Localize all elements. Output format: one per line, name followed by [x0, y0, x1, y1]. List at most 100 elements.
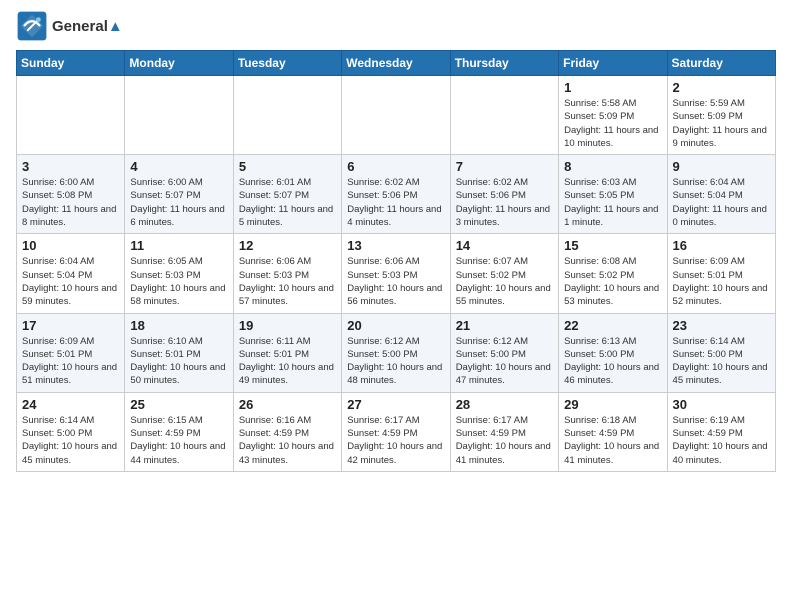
calendar-cell: 2 Sunrise: 5:59 AM Sunset: 5:09 PM Daylig… — [667, 76, 775, 155]
day-number: 13 — [347, 238, 444, 253]
day-number: 15 — [564, 238, 661, 253]
calendar-cell — [342, 76, 450, 155]
day-info: Sunrise: 6:09 AM Sunset: 5:01 PM Dayligh… — [673, 255, 770, 308]
day-number: 8 — [564, 159, 661, 174]
calendar-cell: 23 Sunrise: 6:14 AM Sunset: 5:00 PM Dayli… — [667, 313, 775, 392]
calendar-table: SundayMondayTuesdayWednesdayThursdayFrid… — [16, 50, 776, 472]
day-number: 19 — [239, 318, 336, 333]
day-info: Sunrise: 6:06 AM Sunset: 5:03 PM Dayligh… — [239, 255, 336, 308]
calendar-cell: 1 Sunrise: 5:58 AM Sunset: 5:09 PM Daylig… — [559, 76, 667, 155]
day-info: Sunrise: 6:07 AM Sunset: 5:02 PM Dayligh… — [456, 255, 553, 308]
day-number: 18 — [130, 318, 227, 333]
day-number: 28 — [456, 397, 553, 412]
day-info: Sunrise: 6:00 AM Sunset: 5:08 PM Dayligh… — [22, 176, 119, 229]
calendar-header-saturday: Saturday — [667, 51, 775, 76]
logo: General▲ — [16, 10, 123, 42]
day-number: 7 — [456, 159, 553, 174]
day-info: Sunrise: 6:14 AM Sunset: 5:00 PM Dayligh… — [673, 335, 770, 388]
day-number: 16 — [673, 238, 770, 253]
day-number: 4 — [130, 159, 227, 174]
calendar-cell: 28Sunrise: 6:17 AM Sunset: 4:59 PM Dayli… — [450, 392, 558, 471]
day-info: Sunrise: 6:15 AM Sunset: 4:59 PM Dayligh… — [130, 414, 227, 467]
day-number: 27 — [347, 397, 444, 412]
calendar-cell: 18 Sunrise: 6:10 AM Sunset: 5:01 PM Dayli… — [125, 313, 233, 392]
logo-icon — [16, 10, 48, 42]
calendar-header-row: SundayMondayTuesdayWednesdayThursdayFrid… — [17, 51, 776, 76]
calendar-cell: 30 Sunrise: 6:19 AM Sunset: 4:59 PM Dayli… — [667, 392, 775, 471]
day-number: 23 — [673, 318, 770, 333]
calendar-cell: 27 Sunrise: 6:17 AM Sunset: 4:59 PM Dayli… — [342, 392, 450, 471]
day-number: 30 — [673, 397, 770, 412]
calendar-cell: 20 Sunrise: 6:12 AM Sunset: 5:00 PM Dayli… — [342, 313, 450, 392]
calendar-week-5: 24 Sunrise: 6:14 AM Sunset: 5:00 PM Dayli… — [17, 392, 776, 471]
calendar-cell: 6 Sunrise: 6:02 AM Sunset: 5:06 PM Daylig… — [342, 155, 450, 234]
calendar-cell: 11 Sunrise: 6:05 AM Sunset: 5:03 PM Dayli… — [125, 234, 233, 313]
calendar-cell: 8 Sunrise: 6:03 AM Sunset: 5:05 PM Daylig… — [559, 155, 667, 234]
day-number: 10 — [22, 238, 119, 253]
day-number: 3 — [22, 159, 119, 174]
day-info: Sunrise: 6:10 AM Sunset: 5:01 PM Dayligh… — [130, 335, 227, 388]
calendar-cell: 24 Sunrise: 6:14 AM Sunset: 5:00 PM Dayli… — [17, 392, 125, 471]
day-info: Sunrise: 6:11 AM Sunset: 5:01 PM Dayligh… — [239, 335, 336, 388]
day-info: Sunrise: 6:01 AM Sunset: 5:07 PM Dayligh… — [239, 176, 336, 229]
day-number: 11 — [130, 238, 227, 253]
calendar-header-sunday: Sunday — [17, 51, 125, 76]
calendar-cell — [125, 76, 233, 155]
day-info: Sunrise: 6:06 AM Sunset: 5:03 PM Dayligh… — [347, 255, 444, 308]
day-number: 24 — [22, 397, 119, 412]
day-number: 21 — [456, 318, 553, 333]
calendar-week-2: 3 Sunrise: 6:00 AM Sunset: 5:08 PM Daylig… — [17, 155, 776, 234]
day-info: Sunrise: 5:58 AM Sunset: 5:09 PM Dayligh… — [564, 97, 661, 150]
calendar-cell: 12 Sunrise: 6:06 AM Sunset: 5:03 PM Dayli… — [233, 234, 341, 313]
day-number: 17 — [22, 318, 119, 333]
day-info: Sunrise: 6:12 AM Sunset: 5:00 PM Dayligh… — [456, 335, 553, 388]
calendar-header-friday: Friday — [559, 51, 667, 76]
calendar-header-tuesday: Tuesday — [233, 51, 341, 76]
day-info: Sunrise: 6:03 AM Sunset: 5:05 PM Dayligh… — [564, 176, 661, 229]
day-info: Sunrise: 5:59 AM Sunset: 5:09 PM Dayligh… — [673, 97, 770, 150]
calendar-cell: 15 Sunrise: 6:08 AM Sunset: 5:02 PM Dayli… — [559, 234, 667, 313]
calendar-cell: 5 Sunrise: 6:01 AM Sunset: 5:07 PM Daylig… — [233, 155, 341, 234]
calendar-cell: 19 Sunrise: 6:11 AM Sunset: 5:01 PM Dayli… — [233, 313, 341, 392]
calendar-cell: 29 Sunrise: 6:18 AM Sunset: 4:59 PM Dayli… — [559, 392, 667, 471]
day-info: Sunrise: 6:16 AM Sunset: 4:59 PM Dayligh… — [239, 414, 336, 467]
day-info: Sunrise: 6:02 AM Sunset: 5:06 PM Dayligh… — [347, 176, 444, 229]
calendar-cell: 14 Sunrise: 6:07 AM Sunset: 5:02 PM Dayli… — [450, 234, 558, 313]
day-info: Sunrise: 6:19 AM Sunset: 4:59 PM Dayligh… — [673, 414, 770, 467]
day-info: Sunrise: 6:09 AM Sunset: 5:01 PM Dayligh… — [22, 335, 119, 388]
calendar-cell — [233, 76, 341, 155]
day-info: Sunrise: 6:05 AM Sunset: 5:03 PM Dayligh… — [130, 255, 227, 308]
logo-text: General▲ — [52, 18, 123, 35]
day-info: Sunrise: 6:14 AM Sunset: 5:00 PM Dayligh… — [22, 414, 119, 467]
day-number: 14 — [456, 238, 553, 253]
day-info: Sunrise: 6:18 AM Sunset: 4:59 PM Dayligh… — [564, 414, 661, 467]
calendar-cell — [450, 76, 558, 155]
day-info: Sunrise: 6:02 AM Sunset: 5:06 PM Dayligh… — [456, 176, 553, 229]
calendar-cell: 13 Sunrise: 6:06 AM Sunset: 5:03 PM Dayli… — [342, 234, 450, 313]
day-number: 29 — [564, 397, 661, 412]
calendar-page: General▲ SundayMondayTuesdayWednesdayThu… — [0, 0, 792, 488]
day-number: 26 — [239, 397, 336, 412]
calendar-cell: 17 Sunrise: 6:09 AM Sunset: 5:01 PM Dayli… — [17, 313, 125, 392]
day-number: 22 — [564, 318, 661, 333]
calendar-cell: 3 Sunrise: 6:00 AM Sunset: 5:08 PM Daylig… — [17, 155, 125, 234]
day-number: 9 — [673, 159, 770, 174]
calendar-cell: 10Sunrise: 6:04 AM Sunset: 5:04 PM Dayli… — [17, 234, 125, 313]
day-info: Sunrise: 6:13 AM Sunset: 5:00 PM Dayligh… — [564, 335, 661, 388]
calendar-cell: 9 Sunrise: 6:04 AM Sunset: 5:04 PM Daylig… — [667, 155, 775, 234]
calendar-header-wednesday: Wednesday — [342, 51, 450, 76]
calendar-cell: 7 Sunrise: 6:02 AM Sunset: 5:06 PM Daylig… — [450, 155, 558, 234]
day-info: Sunrise: 6:12 AM Sunset: 5:00 PM Dayligh… — [347, 335, 444, 388]
day-number: 12 — [239, 238, 336, 253]
day-info: Sunrise: 6:17 AM Sunset: 4:59 PM Dayligh… — [347, 414, 444, 467]
day-info: Sunrise: 6:08 AM Sunset: 5:02 PM Dayligh… — [564, 255, 661, 308]
day-number: 6 — [347, 159, 444, 174]
calendar-week-4: 17 Sunrise: 6:09 AM Sunset: 5:01 PM Dayli… — [17, 313, 776, 392]
day-info: Sunrise: 6:04 AM Sunset: 5:04 PM Dayligh… — [673, 176, 770, 229]
day-number: 2 — [673, 80, 770, 95]
day-number: 20 — [347, 318, 444, 333]
day-number: 1 — [564, 80, 661, 95]
calendar-cell: 21 Sunrise: 6:12 AM Sunset: 5:00 PM Dayli… — [450, 313, 558, 392]
header: General▲ — [16, 10, 776, 42]
day-number: 5 — [239, 159, 336, 174]
